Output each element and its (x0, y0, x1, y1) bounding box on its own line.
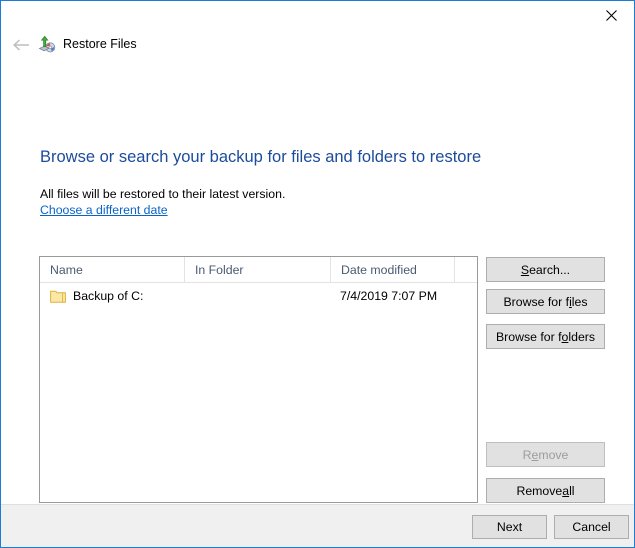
browse-files-pre: Browse for f (503, 295, 569, 309)
restore-files-icon (37, 35, 57, 55)
remove-all-post: ll (569, 484, 574, 498)
file-name-label: Backup of C: (73, 289, 143, 303)
back-button[interactable] (9, 34, 33, 58)
cell-name: Backup of C: (40, 289, 184, 303)
browse-folders-post: lders (568, 330, 595, 344)
close-button[interactable] (589, 1, 634, 30)
page-title: Browse or search your backup for files a… (40, 148, 481, 167)
browse-for-files-button[interactable]: Browse for files (486, 289, 605, 314)
restore-version-note: All files will be restored to their late… (40, 187, 285, 201)
column-header-spacer (454, 257, 477, 282)
backup-file-list[interactable]: Name In Folder Date modified Backup of (39, 256, 478, 503)
remove-all-accel: a (562, 484, 569, 498)
next-button[interactable]: Next (472, 515, 547, 539)
remove-pre: R (523, 448, 532, 462)
choose-different-date-link[interactable]: Choose a different date (40, 203, 168, 217)
next-accel: N (497, 520, 506, 534)
search-button-accel: S (521, 263, 529, 277)
browse-for-folders-button[interactable]: Browse for folders (486, 324, 605, 349)
cell-date-modified: 7/4/2019 7:07 PM (330, 289, 454, 303)
cancel-button[interactable]: Cancel (554, 515, 629, 539)
title-bar: Restore Files (1, 1, 634, 63)
list-column-headers: Name In Folder Date modified (40, 257, 477, 283)
column-header-name[interactable]: Name (40, 257, 184, 282)
dialog-body: Browse or search your backup for files a… (1, 63, 634, 504)
table-row[interactable]: Backup of C: 7/4/2019 7:07 PM (40, 283, 477, 309)
column-header-date-modified[interactable]: Date modified (330, 257, 454, 282)
window-title: Restore Files (63, 37, 137, 51)
next-post: ext (506, 520, 522, 534)
remove-post: move (538, 448, 568, 462)
remove-accel: e (531, 448, 538, 462)
browse-files-post: les (572, 295, 588, 309)
browse-folders-pre: Browse for f (496, 330, 562, 344)
remove-all-pre: Remove (516, 484, 562, 498)
remove-all-button[interactable]: Remove all (486, 478, 605, 503)
dialog-footer: Next Cancel (1, 504, 634, 547)
folder-icon (50, 289, 66, 303)
list-rows: Backup of C: 7/4/2019 7:07 PM (40, 283, 477, 309)
close-icon (606, 10, 617, 21)
search-button-post: earch... (529, 263, 570, 277)
search-button[interactable]: Search... (486, 257, 605, 282)
back-arrow-icon (12, 36, 31, 57)
cancel-label: Cancel (572, 520, 610, 534)
remove-button: Remove (486, 442, 605, 467)
browse-folders-accel: o (562, 330, 569, 344)
restore-files-window: Restore Files Browse or search your back… (0, 0, 635, 548)
column-header-in-folder[interactable]: In Folder (184, 257, 330, 282)
